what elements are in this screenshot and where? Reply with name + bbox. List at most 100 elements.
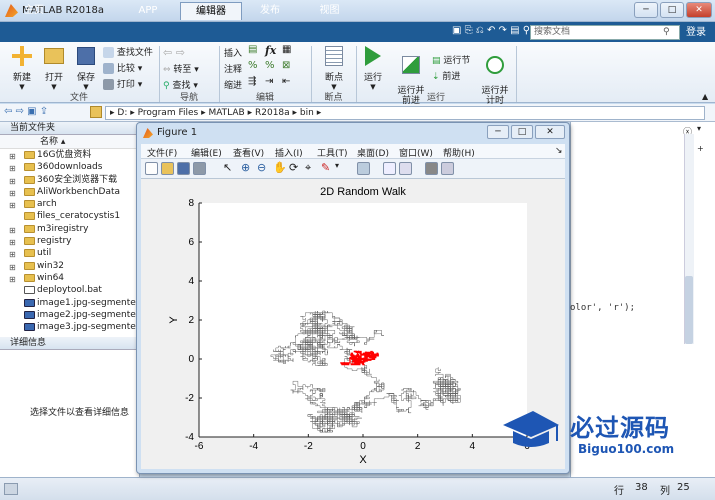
scrollbar-thumb[interactable] bbox=[685, 276, 693, 344]
uncomment-icon[interactable]: % bbox=[265, 60, 275, 71]
close-button[interactable]: ✕ bbox=[686, 2, 712, 18]
list-item[interactable]: ⊞ AliWorkbenchData bbox=[0, 186, 139, 198]
open-button[interactable]: 打开 ▼ bbox=[40, 46, 68, 91]
zoom-in-icon[interactable]: ⊕ bbox=[241, 161, 250, 174]
dock-icon[interactable]: ↘ bbox=[555, 146, 563, 156]
decrease-indent-icon[interactable]: ⇤ bbox=[282, 76, 290, 87]
new-figure-icon[interactable] bbox=[145, 162, 158, 175]
list-item[interactable]: ⊞ m3iregistry bbox=[0, 223, 139, 235]
find-button[interactable]: ⚲ 查找 ▾ bbox=[163, 78, 198, 91]
new-button[interactable]: 新建 ▼ bbox=[8, 46, 36, 91]
tab-view[interactable]: 视图 bbox=[302, 2, 357, 20]
menu-insert[interactable]: 插入(I) bbox=[275, 146, 303, 159]
tab-publish[interactable]: 发布 bbox=[245, 2, 295, 20]
nav-back-forward-icons[interactable]: ⇦ ⇨ bbox=[163, 46, 185, 59]
expand-icon[interactable]: ⊞ bbox=[9, 200, 16, 210]
list-item[interactable]: ⊞ registry bbox=[0, 235, 139, 247]
breadcrumb-bin[interactable]: bin bbox=[300, 108, 314, 118]
breadcrumb-matlab[interactable]: MATLAB bbox=[208, 108, 244, 118]
zoom-out-icon[interactable]: ⊖ bbox=[257, 161, 266, 174]
editor-menu-icon[interactable]: ▾ bbox=[697, 124, 701, 133]
insert-colorbar-icon[interactable] bbox=[383, 162, 396, 175]
expand-icon[interactable]: ⊞ bbox=[9, 249, 16, 259]
breadcrumb-program-files[interactable]: Program Files bbox=[138, 108, 199, 118]
comment-button[interactable]: 注释 bbox=[224, 62, 242, 75]
list-item[interactable]: image2.jpg-segmente... bbox=[0, 309, 139, 321]
save-figure-icon[interactable] bbox=[177, 162, 190, 175]
name-column-header[interactable]: 名称 ▴ bbox=[0, 135, 139, 149]
rotate-icon[interactable]: ⟳ bbox=[289, 161, 298, 174]
quick-access-toolbar[interactable]: ▣ ⎘ ⎌ ↶ ↷ ▤ ⚲ bbox=[452, 25, 530, 36]
list-item[interactable]: ⊞ 16G优盘资料 bbox=[0, 149, 139, 161]
menu-desktop[interactable]: 桌面(D) bbox=[357, 146, 389, 159]
open-file-icon[interactable] bbox=[161, 162, 174, 175]
run-button[interactable]: 运行 ▼ bbox=[360, 46, 386, 91]
collapse-toolstrip-icon[interactable]: ▲ bbox=[702, 92, 708, 101]
print-button[interactable]: 打印 ▾ bbox=[103, 77, 142, 90]
breakpoints-button[interactable]: 断点 ▼ bbox=[318, 46, 350, 91]
percent-comment-icon[interactable]: % bbox=[248, 60, 258, 71]
list-item[interactable]: image3.jpg-segmente... bbox=[0, 321, 139, 333]
menu-file[interactable]: 文件(F) bbox=[147, 146, 177, 159]
tab-editor[interactable]: 编辑器 bbox=[180, 2, 242, 20]
expand-icon[interactable]: ⊞ bbox=[9, 274, 16, 284]
breadcrumb-drive[interactable]: D: bbox=[117, 108, 127, 118]
list-item[interactable]: ⊞ 360安全浏览器下载 bbox=[0, 174, 139, 186]
print-figure-icon[interactable] bbox=[193, 162, 206, 175]
insert-legend-icon[interactable] bbox=[399, 162, 412, 175]
figure-close-button[interactable]: ✕ bbox=[535, 125, 565, 139]
insert-cell-icon[interactable]: ▤ bbox=[248, 44, 257, 55]
brush-icon[interactable]: ✎ bbox=[321, 161, 330, 174]
list-item[interactable]: ⊞ arch bbox=[0, 198, 139, 210]
list-item[interactable]: ⊞ 360downloads bbox=[0, 161, 139, 173]
expand-icon[interactable]: ⊞ bbox=[9, 262, 16, 272]
fx-button[interactable]: fx bbox=[265, 44, 276, 57]
data-cursor-icon[interactable]: ⌖ bbox=[305, 161, 311, 175]
menu-edit[interactable]: 编辑(E) bbox=[191, 146, 222, 159]
expand-icon[interactable]: ⊞ bbox=[9, 163, 16, 173]
tab-app[interactable]: APP bbox=[120, 2, 176, 20]
menu-view[interactable]: 查看(V) bbox=[233, 146, 264, 159]
insert-button[interactable]: 插入 bbox=[224, 46, 242, 59]
tab-home[interactable]: 主页 bbox=[10, 2, 58, 20]
insert-function-icon[interactable]: ▦ bbox=[282, 44, 291, 55]
list-item[interactable]: files_ceratocystis1 bbox=[0, 210, 139, 222]
indent-button[interactable]: 缩进 bbox=[224, 78, 242, 91]
list-item[interactable]: image1.jpg-segmente... bbox=[0, 297, 139, 309]
list-item[interactable]: ⊞ util bbox=[0, 247, 139, 259]
login-button[interactable]: 登录 bbox=[680, 24, 712, 41]
expand-icon[interactable]: ⊞ bbox=[9, 237, 16, 247]
search-docs-input[interactable]: 搜索文档 bbox=[530, 25, 680, 40]
nav-arrows-icon[interactable]: ⇦ ⇨ ▣ ⇪ bbox=[4, 106, 48, 117]
list-item[interactable]: ⊞ win64 bbox=[0, 272, 139, 284]
link-plot-icon[interactable] bbox=[357, 162, 370, 175]
menu-tools[interactable]: 工具(T) bbox=[317, 146, 348, 159]
expand-icon[interactable]: ⊞ bbox=[9, 188, 16, 198]
editor-expand-icon[interactable]: + bbox=[697, 144, 704, 153]
expand-icon[interactable]: ⊞ bbox=[9, 151, 16, 161]
menu-window[interactable]: 窗口(W) bbox=[399, 146, 433, 159]
compare-button[interactable]: 比较 ▾ bbox=[103, 61, 142, 74]
wrap-comment-icon[interactable]: ⊠ bbox=[282, 60, 290, 71]
breadcrumb[interactable]: ▸ D: ▸ Program Files ▸ MATLAB ▸ R2018a ▸… bbox=[105, 106, 705, 120]
menu-help[interactable]: 帮助(H) bbox=[443, 146, 475, 159]
list-item[interactable]: ⊞ win32 bbox=[0, 260, 139, 272]
goto-button[interactable]: ⇔ 转至 ▾ bbox=[163, 62, 199, 75]
breadcrumb-r2018a[interactable]: R2018a bbox=[255, 108, 290, 118]
advance-button[interactable]: ⇣ 前进 bbox=[432, 69, 460, 82]
increase-indent-icon[interactable]: ⇥ bbox=[265, 76, 273, 87]
hide-plot-tools-icon[interactable] bbox=[425, 162, 438, 175]
search-icon[interactable]: ⚲ bbox=[663, 27, 670, 37]
pointer-icon[interactable]: ↖ bbox=[223, 161, 232, 174]
list-item[interactable]: deploytool.bat bbox=[0, 284, 139, 296]
save-button[interactable]: 保存 ▼ bbox=[72, 46, 100, 91]
expand-icon[interactable]: ⊞ bbox=[9, 176, 16, 186]
brush-dropdown-icon[interactable]: ▾ bbox=[335, 161, 339, 170]
pan-hand-icon[interactable]: ✋ bbox=[273, 161, 287, 174]
minimize-button[interactable]: ─ bbox=[634, 2, 658, 18]
show-plot-tools-icon[interactable] bbox=[441, 162, 454, 175]
expand-icon[interactable]: ⊞ bbox=[9, 225, 16, 235]
figure-minimize-button[interactable]: ─ bbox=[487, 125, 509, 139]
smart-indent-icon[interactable]: ⇶ bbox=[248, 76, 256, 87]
run-section-button[interactable]: ▤ 运行节 bbox=[432, 53, 470, 66]
